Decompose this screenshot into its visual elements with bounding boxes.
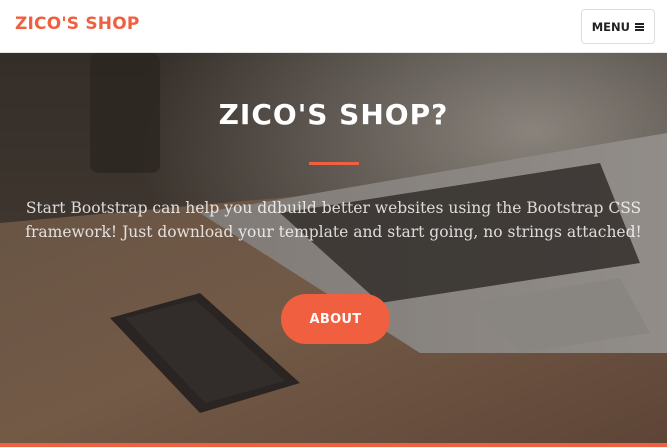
hero-content: ZICO'S SHOP? Start Bootstrap can help yo…	[0, 53, 667, 443]
menu-label: MENU	[591, 19, 630, 34]
hero-description: Start Bootstrap can help you ddbuild bet…	[25, 199, 642, 241]
bars-icon	[635, 22, 644, 31]
hero-title: ZICO'S SHOP?	[218, 98, 449, 131]
brand-link[interactable]: ZICO'S SHOP	[15, 14, 140, 34]
page: ZICO'S SHOP MENU ZICO'S SHOP? Start Boot…	[0, 0, 667, 447]
hero-divider	[309, 162, 359, 165]
menu-toggle-button[interactable]: MENU	[580, 9, 655, 44]
hero-section: ZICO'S SHOP? Start Bootstrap can help yo…	[0, 53, 667, 443]
about-button[interactable]: ABOUT	[281, 294, 390, 344]
bottom-accent-strip	[0, 443, 667, 447]
navbar: ZICO'S SHOP MENU	[0, 0, 667, 53]
